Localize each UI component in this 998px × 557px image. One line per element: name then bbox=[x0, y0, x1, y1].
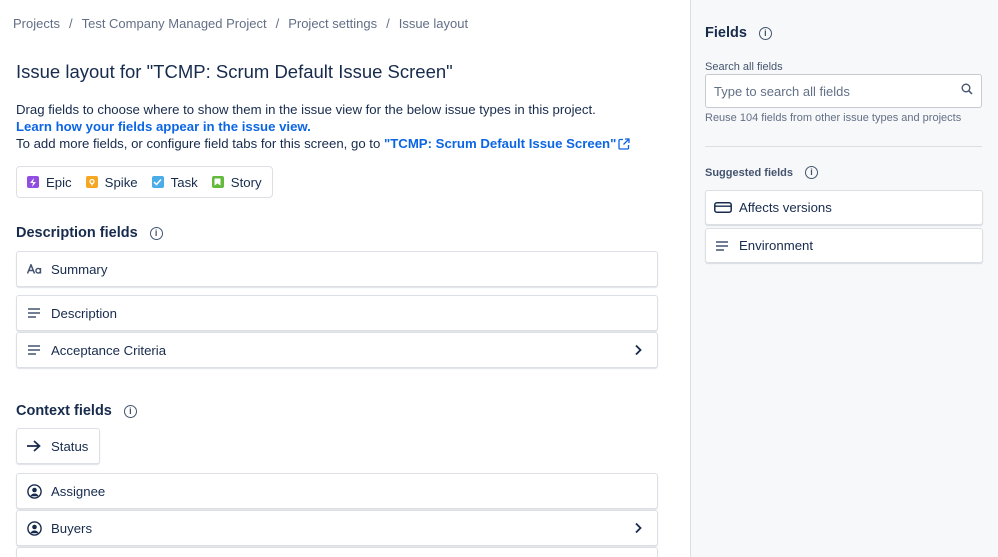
info-icon[interactable]: i bbox=[149, 226, 163, 240]
search-input[interactable] bbox=[714, 83, 961, 99]
section-heading-label: Description fields bbox=[16, 225, 138, 241]
paragraph-icon bbox=[17, 308, 51, 318]
person-icon bbox=[17, 520, 51, 536]
breadcrumb-separator: / bbox=[275, 16, 280, 31]
search-box bbox=[705, 74, 982, 108]
field-assignee[interactable]: Assignee bbox=[16, 473, 658, 509]
spike-icon bbox=[85, 176, 98, 188]
field-buyers[interactable]: Buyers bbox=[16, 510, 658, 546]
field-description[interactable]: Description bbox=[16, 295, 658, 331]
info-icon[interactable]: i bbox=[758, 26, 772, 40]
breadcrumb-project-settings[interactable]: Project settings bbox=[288, 16, 377, 31]
intro-line: Drag fields to choose where to show them… bbox=[16, 102, 596, 117]
suggested-fields-heading: Suggested fields i bbox=[705, 166, 819, 179]
screen-link[interactable]: "TCMP: Scrum Default Issue Screen" bbox=[384, 136, 630, 151]
story-icon bbox=[211, 176, 224, 188]
arrow-right-icon bbox=[17, 440, 51, 452]
reuse-hint: Reuse 104 fields from other issue types … bbox=[705, 112, 962, 124]
breadcrumb-project[interactable]: Test Company Managed Project bbox=[82, 16, 267, 31]
epic-icon bbox=[27, 176, 39, 188]
issue-type-spike[interactable]: Spike bbox=[85, 174, 138, 190]
task-icon bbox=[151, 176, 164, 188]
field-label: Summary bbox=[51, 261, 108, 277]
sidebar-heading: Fields i bbox=[705, 25, 772, 41]
field-label: Description bbox=[51, 305, 117, 321]
issue-type-story[interactable]: Story bbox=[211, 174, 262, 190]
main-panel: Projects / Test Company Managed Project / Pr… bbox=[0, 0, 690, 557]
version-icon bbox=[706, 202, 739, 213]
description-fields-heading: Description fields i bbox=[16, 225, 163, 241]
issue-type-label: Spike bbox=[104, 174, 138, 190]
section-heading-label: Context fields bbox=[16, 403, 112, 419]
field-status[interactable]: Status bbox=[16, 428, 100, 464]
suggested-heading-label: Suggested fields bbox=[705, 166, 794, 179]
paragraph-icon bbox=[17, 345, 51, 355]
field-summary[interactable]: Summary bbox=[16, 251, 658, 287]
issue-types-box: Epic Spike Task Story bbox=[16, 166, 273, 198]
issue-type-label: Epic bbox=[46, 174, 72, 190]
breadcrumb-separator: / bbox=[386, 16, 390, 31]
field-next-partial[interactable] bbox=[16, 547, 658, 557]
learn-more-link[interactable]: Learn how your fields appear in the issu… bbox=[16, 119, 311, 134]
search-label: Search all fields bbox=[705, 61, 783, 73]
field-label: Affects versions bbox=[739, 200, 832, 215]
chevron-right-icon[interactable] bbox=[631, 343, 645, 360]
paragraph-icon bbox=[706, 240, 739, 251]
field-label: Environment bbox=[739, 238, 814, 253]
issue-type-label: Story bbox=[230, 174, 262, 190]
field-label: Buyers bbox=[51, 520, 93, 536]
suggested-field-affects-versions[interactable]: Affects versions bbox=[705, 190, 983, 225]
field-label: Status bbox=[51, 438, 89, 454]
divider bbox=[705, 146, 982, 147]
issue-type-label: Task bbox=[170, 174, 198, 190]
info-icon[interactable]: i bbox=[123, 404, 137, 418]
breadcrumb-issue-layout[interactable]: Issue layout bbox=[399, 16, 468, 31]
search-icon[interactable] bbox=[961, 82, 973, 100]
page-title: Issue layout for "TCMP: Scrum Default Is… bbox=[16, 61, 453, 82]
field-acceptance-criteria[interactable]: Acceptance Criteria bbox=[16, 332, 658, 368]
intro-text: Drag fields to choose where to show them… bbox=[16, 101, 676, 154]
person-icon bbox=[17, 483, 51, 499]
text-aa-icon bbox=[17, 264, 51, 274]
info-icon[interactable]: i bbox=[805, 166, 819, 179]
field-label: Acceptance Criteria bbox=[51, 342, 167, 358]
external-link-icon bbox=[618, 137, 630, 154]
intro-line: To add more fields, or configure field t… bbox=[16, 136, 384, 151]
breadcrumb-separator: / bbox=[68, 16, 73, 31]
issue-type-epic[interactable]: Epic bbox=[27, 175, 72, 190]
sidebar-heading-label: Fields bbox=[705, 25, 747, 41]
context-fields-heading: Context fields i bbox=[16, 403, 137, 419]
breadcrumb: Projects / Test Company Managed Project / Pr… bbox=[13, 16, 468, 31]
issue-type-task[interactable]: Task bbox=[151, 174, 198, 190]
chevron-right-icon[interactable] bbox=[631, 521, 645, 538]
field-label: Assignee bbox=[51, 483, 106, 499]
screen-link-label: "TCMP: Scrum Default Issue Screen" bbox=[383, 136, 617, 151]
breadcrumb-projects[interactable]: Projects bbox=[13, 16, 60, 31]
suggested-field-environment[interactable]: Environment bbox=[705, 228, 983, 263]
